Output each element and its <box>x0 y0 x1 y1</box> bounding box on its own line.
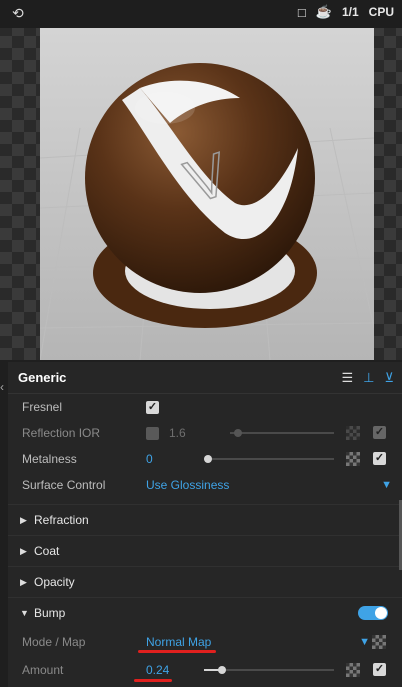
collapse-arrow-icon: ▼ <box>20 608 29 618</box>
metalness-map-button[interactable] <box>346 452 360 466</box>
reflection-ior-lock-checkbox[interactable] <box>146 426 159 440</box>
metalness-value[interactable]: 0 <box>146 452 153 466</box>
bump-amount-map-checkbox[interactable]: ✓ <box>373 663 386 676</box>
panel-title: Generic <box>18 370 67 385</box>
engine-label[interactable]: CPU <box>369 5 394 19</box>
bump-amount-slider[interactable] <box>204 666 334 674</box>
ratio-label[interactable]: 1/1 <box>342 5 359 19</box>
stop-icon[interactable]: □ <box>298 5 306 20</box>
metalness-label: Metalness <box>22 452 77 466</box>
bump-mode-label: Mode / Map <box>22 635 86 649</box>
surface-control-label: Surface Control <box>22 478 106 492</box>
expand-arrow-icon: ▶ <box>20 576 27 587</box>
section-label: Opacity <box>34 575 75 589</box>
bump-amount-map-button[interactable] <box>346 663 360 677</box>
teapot-icon[interactable]: ☕ <box>316 4 332 20</box>
panel-header: Generic ☰ ⊥ ⊻ <box>8 362 402 394</box>
material-preview-image: V <box>40 28 374 360</box>
bump-map-button[interactable] <box>372 635 386 649</box>
section-label: Coat <box>34 544 60 558</box>
reflection-ior-map-checkbox[interactable]: ✓ <box>373 426 386 439</box>
reflection-ior-label: Reflection IOR <box>22 426 101 440</box>
chevron-down-icon[interactable]: ▼ <box>359 636 370 648</box>
material-panel: Generic ☰ ⊥ ⊻ Fresnel ✓ Reflection IOR 1… <box>8 362 402 687</box>
render-view-icon[interactable]: ⟲ <box>12 5 24 22</box>
metalness-slider[interactable] <box>204 455 334 463</box>
fresnel-row: Fresnel ✓ <box>8 394 402 420</box>
bump-amount-label: Amount <box>22 663 64 677</box>
bump-amount-row: Amount 0.24 ✓ <box>8 656 402 684</box>
fresnel-checkbox[interactable]: ✓ <box>146 400 159 414</box>
section-refraction[interactable]: ▶ Refraction <box>8 504 402 535</box>
metalness-row: Metalness 0 ✓ <box>8 446 402 472</box>
section-bump[interactable]: ▼ Bump <box>8 597 402 628</box>
surface-control-dropdown[interactable]: Use Glossiness <box>146 478 229 492</box>
fresnel-label: Fresnel <box>22 400 63 414</box>
reflection-ior-map-button[interactable] <box>346 426 360 440</box>
chevron-down-icon[interactable]: ▼ <box>381 479 392 491</box>
render-preview: ⟲ □ ☕ 1/1 CPU V <box>0 0 402 360</box>
highlight-underline <box>138 650 216 653</box>
metalness-map-checkbox[interactable]: ✓ <box>373 452 386 465</box>
surface-control-row: Surface Control Use Glossiness ▼ <box>8 472 402 498</box>
add-layer-icon[interactable]: ⊥ <box>363 370 374 386</box>
section-opacity[interactable]: ▶ Opacity <box>8 566 402 597</box>
reflection-ior-slider[interactable] <box>230 429 334 437</box>
expand-arrow-icon: ▶ <box>20 545 27 556</box>
add-layer-alt-icon[interactable]: ⊻ <box>384 370 394 386</box>
bump-enable-toggle[interactable] <box>358 606 388 620</box>
highlight-underline <box>134 679 172 682</box>
section-label: Refraction <box>34 513 89 527</box>
preview-toolbar: ⟲ □ ☕ 1/1 CPU <box>0 0 402 28</box>
sliders-icon[interactable]: ☰ <box>342 370 354 386</box>
expand-arrow-icon: ▶ <box>20 514 27 525</box>
collapse-panel-icon[interactable]: ‹ <box>0 380 4 394</box>
section-label: Bump <box>34 606 66 620</box>
bump-amount-value[interactable]: 0.24 <box>146 663 169 677</box>
material-ball-render: V <box>40 28 374 360</box>
bump-mode-dropdown[interactable]: Normal Map <box>146 635 211 649</box>
reflection-ior-value[interactable]: 1.6 <box>169 426 186 440</box>
section-coat[interactable]: ▶ Coat <box>8 535 402 566</box>
reflection-ior-row: Reflection IOR 1.6 ✓ <box>8 420 402 446</box>
bump-mode-row: Mode / Map Normal Map ▼ <box>8 628 402 656</box>
